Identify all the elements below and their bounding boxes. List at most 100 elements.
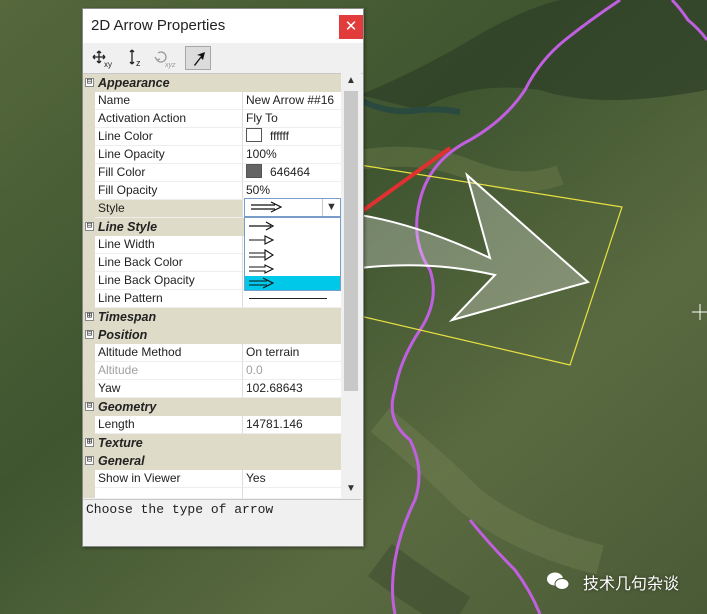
collapse-icon[interactable]: ⊟ bbox=[85, 330, 94, 339]
arrow-style-option[interactable] bbox=[245, 233, 340, 247]
move-xy-icon: xy bbox=[92, 50, 112, 69]
row-gutter bbox=[83, 488, 95, 498]
collapse-icon[interactable]: ⊟ bbox=[85, 78, 94, 87]
property-value-text: 102.68643 bbox=[246, 381, 303, 395]
property-value-text: ffffff bbox=[270, 129, 289, 143]
arrow-style-icon bbox=[249, 277, 275, 289]
arrow-style-icon bbox=[249, 248, 275, 261]
category-row[interactable]: ⊞ Texture bbox=[83, 434, 341, 452]
expand-icon[interactable]: ⊞ bbox=[85, 438, 94, 447]
property-row[interactable]: Fill Color 646464 bbox=[83, 164, 341, 182]
property-row[interactable]: Altitude 0.0 bbox=[83, 362, 341, 380]
category-row[interactable]: ⊟ Position bbox=[83, 326, 341, 344]
row-gutter bbox=[83, 200, 95, 218]
line-pattern-preview bbox=[249, 298, 327, 299]
scroll-down-icon[interactable]: ▼ bbox=[341, 481, 361, 497]
toolbar: xy z xyz bbox=[83, 43, 363, 74]
color-swatch[interactable] bbox=[246, 128, 262, 142]
svg-text:xyz: xyz bbox=[164, 62, 176, 69]
row-gutter bbox=[83, 470, 95, 488]
property-value-text: 100% bbox=[246, 147, 277, 161]
property-name: Name bbox=[95, 92, 243, 110]
property-value[interactable]: 646464 bbox=[243, 164, 341, 182]
property-value[interactable]: Fly To bbox=[243, 110, 341, 128]
category-label: Appearance bbox=[98, 76, 170, 90]
category-value-cell bbox=[244, 452, 341, 470]
arrow-style-option[interactable] bbox=[245, 262, 340, 276]
window-title: 2D Arrow Properties bbox=[91, 17, 226, 34]
arrow-style-option[interactable] bbox=[245, 276, 340, 291]
property-name: Line Pattern bbox=[95, 290, 243, 308]
property-value[interactable]: On terrain bbox=[243, 344, 341, 362]
property-name: Length bbox=[95, 416, 243, 434]
property-value-text: On terrain bbox=[246, 345, 300, 359]
collapse-icon[interactable]: ⊟ bbox=[85, 456, 94, 465]
category-row[interactable]: ⊟ Geometry bbox=[83, 398, 341, 416]
window-titlebar[interactable]: 2D Arrow Properties ✕ bbox=[83, 9, 363, 43]
style-dropdown[interactable]: ▼ bbox=[244, 198, 341, 217]
property-value[interactable]: 0.0 bbox=[243, 362, 341, 380]
arrow-style-option[interactable] bbox=[245, 219, 340, 233]
property-row[interactable]: Line Pattern bbox=[83, 290, 341, 308]
row-gutter bbox=[83, 164, 95, 182]
property-value[interactable] bbox=[243, 290, 341, 308]
property-value[interactable]: 102.68643 bbox=[243, 380, 341, 398]
property-row[interactable] bbox=[83, 488, 341, 498]
property-row[interactable]: Length 14781.146 bbox=[83, 416, 341, 434]
property-row[interactable]: Line Opacity 100% bbox=[83, 146, 341, 164]
property-value[interactable]: 14781.146 bbox=[243, 416, 341, 434]
move-xy-button[interactable]: xy bbox=[89, 46, 115, 70]
style-dropdown-list bbox=[244, 217, 341, 291]
property-name bbox=[95, 488, 243, 498]
edit-arrow-button[interactable] bbox=[185, 46, 211, 70]
property-name: Fill Color bbox=[95, 164, 243, 182]
category-value-cell bbox=[244, 398, 341, 416]
property-row[interactable]: Yaw 102.68643 bbox=[83, 380, 341, 398]
property-name: Style bbox=[95, 200, 243, 218]
svg-text:z: z bbox=[136, 58, 141, 68]
property-value[interactable]: New Arrow ##16 bbox=[243, 92, 341, 110]
property-value-text: 646464 bbox=[270, 165, 311, 179]
property-row[interactable]: Activation Action Fly To bbox=[83, 110, 341, 128]
color-swatch[interactable] bbox=[246, 164, 262, 178]
category-value-cell bbox=[244, 326, 341, 344]
collapse-icon[interactable]: ⊟ bbox=[85, 402, 94, 411]
rotate-xyz-button[interactable]: xyz bbox=[151, 46, 177, 70]
property-name: Fill Opacity bbox=[95, 182, 243, 200]
property-name: Line Color bbox=[95, 128, 243, 146]
vertical-scrollbar[interactable]: ▲ ▼ bbox=[341, 73, 361, 497]
row-gutter bbox=[83, 128, 95, 146]
category-row[interactable]: ⊟ Appearance bbox=[83, 74, 341, 92]
row-gutter bbox=[83, 344, 95, 362]
property-row[interactable]: Name New Arrow ##16 bbox=[83, 92, 341, 110]
chevron-down-icon[interactable]: ▼ bbox=[322, 199, 340, 216]
property-name: Line Back Color bbox=[95, 254, 243, 272]
category-label: Geometry bbox=[98, 400, 157, 414]
category-value-cell bbox=[244, 308, 341, 326]
arrow-style-icon bbox=[249, 264, 275, 274]
pointer-arrow-icon bbox=[194, 52, 205, 66]
close-button[interactable]: ✕ bbox=[339, 15, 363, 39]
property-value[interactable]: Yes bbox=[243, 470, 341, 488]
property-value[interactable] bbox=[243, 488, 341, 498]
expand-icon[interactable]: ⊞ bbox=[85, 312, 94, 321]
property-row[interactable]: Altitude Method On terrain bbox=[83, 344, 341, 362]
row-gutter bbox=[83, 236, 95, 254]
property-row[interactable]: Line Color ffffff bbox=[83, 128, 341, 146]
category-label: Timespan bbox=[98, 310, 157, 324]
property-row[interactable]: Show in Viewer Yes bbox=[83, 470, 341, 488]
arrow-style-icon bbox=[249, 221, 275, 231]
property-value[interactable]: ffffff bbox=[243, 128, 341, 146]
collapse-icon[interactable]: ⊟ bbox=[85, 222, 94, 231]
move-z-button[interactable]: z bbox=[121, 46, 147, 70]
row-gutter bbox=[83, 182, 95, 200]
scroll-thumb[interactable] bbox=[344, 91, 358, 391]
svg-text:xy: xy bbox=[104, 60, 112, 69]
category-row[interactable]: ⊟ General bbox=[83, 452, 341, 470]
row-gutter bbox=[83, 290, 95, 308]
row-gutter bbox=[83, 146, 95, 164]
property-value[interactable]: 100% bbox=[243, 146, 341, 164]
category-row[interactable]: ⊞ Timespan bbox=[83, 308, 341, 326]
scroll-up-icon[interactable]: ▲ bbox=[341, 73, 361, 89]
arrow-style-option[interactable] bbox=[245, 248, 340, 262]
